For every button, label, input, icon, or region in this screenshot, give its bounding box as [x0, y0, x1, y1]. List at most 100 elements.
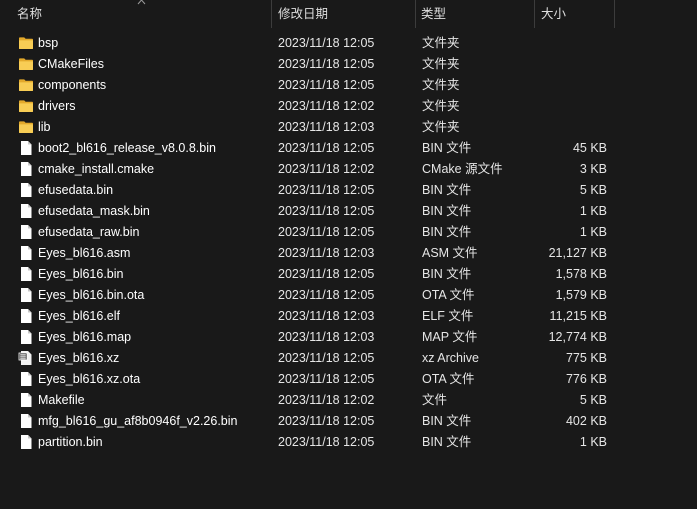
file-row[interactable]: Eyes_bl616.map 2023/11/18 12:03 MAP 文件 12,7…: [0, 327, 697, 348]
file-row[interactable]: bsp 2023/11/18 12:05 文件夹: [0, 33, 697, 54]
file-name: Eyes_bl616.map: [38, 330, 132, 344]
file-size: 5 KB: [579, 183, 607, 197]
column-separator[interactable]: [271, 0, 272, 28]
file-type: 文件夹: [422, 120, 460, 134]
file-row[interactable]: Makefile 2023/11/18 12:02 文件 5 KB: [0, 390, 697, 411]
file-row[interactable]: Eyes_bl616.elf 2023/11/18 12:03 ELF 文件 11,2…: [0, 306, 697, 327]
file-size: [540, 117, 607, 138]
file-row[interactable]: Eyes_bl616.asm 2023/11/18 12:03 ASM 文件 21,1…: [0, 243, 697, 264]
file-size: [540, 96, 607, 117]
file-name: partition.bin: [38, 435, 103, 449]
file-modified-date: 2023/11/18 12:05: [278, 267, 375, 281]
file-row[interactable]: cmake_install.cmake 2023/11/18 12:02 CMake…: [0, 159, 697, 180]
file-modified-date: 2023/11/18 12:03: [278, 246, 375, 260]
file-icon: [18, 390, 34, 411]
file-row[interactable]: partition.bin 2023/11/18 12:05 BIN 文件 1 KB: [0, 432, 697, 453]
file-modified-date: 2023/11/18 12:05: [278, 372, 375, 386]
file-modified-date: 2023/11/18 12:05: [278, 414, 375, 428]
file-name: bsp: [38, 36, 59, 50]
file-name: efusedata_raw.bin: [38, 225, 140, 239]
file-modified-date: 2023/11/18 12:02: [278, 99, 375, 113]
file-type: 文件夹: [422, 99, 460, 113]
file-type: ASM 文件: [422, 246, 478, 260]
folder-icon: [18, 117, 34, 138]
file-name: Eyes_bl616.bin: [38, 267, 124, 281]
file-name: mfg_bl616_gu_af8b0946f_v2.26.bin: [38, 414, 238, 428]
archive-icon: [18, 348, 34, 369]
file-row[interactable]: boot2_bl616_release_v8.0.8.bin 2023/11/18…: [0, 138, 697, 159]
file-modified-date: 2023/11/18 12:05: [278, 435, 375, 449]
file-icon: [18, 201, 34, 222]
file-row[interactable]: Eyes_bl616.bin 2023/11/18 12:05 BIN 文件 1,57…: [0, 264, 697, 285]
file-name: efusedata_mask.bin: [38, 204, 150, 218]
column-separator[interactable]: [614, 0, 615, 28]
file-size: 402 KB: [565, 414, 607, 428]
file-name: Eyes_bl616.xz.ota: [38, 372, 141, 386]
file-type: OTA 文件: [422, 288, 475, 302]
column-separator[interactable]: [534, 0, 535, 28]
file-size: 11,215 KB: [549, 309, 607, 323]
column-header-size[interactable]: 大小: [536, 0, 614, 28]
file-icon: [18, 138, 34, 159]
file-row[interactable]: mfg_bl616_gu_af8b0946f_v2.26.bin 2023/11/…: [0, 411, 697, 432]
file-name: Eyes_bl616.xz: [38, 351, 120, 365]
column-header-type[interactable]: 类型: [416, 0, 534, 28]
file-modified-date: 2023/11/18 12:05: [278, 204, 375, 218]
file-size: 21,127 KB: [548, 246, 607, 260]
column-header-bar: 名称 修改日期 类型 大小: [0, 0, 697, 28]
file-row[interactable]: components 2023/11/18 12:05 文件夹: [0, 75, 697, 96]
file-type: BIN 文件: [422, 225, 472, 239]
file-row[interactable]: efusedata.bin 2023/11/18 12:05 BIN 文件 5 KB: [0, 180, 697, 201]
file-type: 文件夹: [422, 57, 460, 71]
file-row[interactable]: Eyes_bl616.xz 2023/11/18 12:05 xz Archive 7…: [0, 348, 697, 369]
file-type: BIN 文件: [422, 204, 472, 218]
file-icon: [18, 264, 34, 285]
file-type: BIN 文件: [422, 141, 472, 155]
file-name: Eyes_bl616.asm: [38, 246, 131, 260]
file-row[interactable]: CMakeFiles 2023/11/18 12:05 文件夹: [0, 54, 697, 75]
file-type: OTA 文件: [422, 372, 475, 386]
file-modified-date: 2023/11/18 12:05: [278, 78, 375, 92]
file-type: ELF 文件: [422, 309, 474, 323]
file-type: BIN 文件: [422, 414, 472, 428]
file-type: xz Archive: [422, 351, 479, 365]
file-name: components: [38, 78, 107, 92]
file-row[interactable]: Eyes_bl616.xz.ota 2023/11/18 12:05 OTA 文件 7…: [0, 369, 697, 390]
file-modified-date: 2023/11/18 12:05: [278, 141, 375, 155]
file-row[interactable]: Eyes_bl616.bin.ota 2023/11/18 12:05 OTA 文件…: [0, 285, 697, 306]
file-icon: [18, 369, 34, 390]
folder-icon: [18, 75, 34, 96]
sort-ascending-icon: [137, 0, 146, 5]
file-icon: [18, 180, 34, 201]
column-header-date[interactable]: 修改日期: [273, 0, 415, 28]
file-icon: [18, 306, 34, 327]
file-icon: [18, 243, 34, 264]
file-modified-date: 2023/11/18 12:05: [278, 288, 375, 302]
folder-icon: [18, 33, 34, 54]
file-size: 45 KB: [572, 141, 607, 155]
file-row[interactable]: efusedata_raw.bin 2023/11/18 12:05 BIN 文件 1…: [0, 222, 697, 243]
file-icon: [18, 327, 34, 348]
file-name: Makefile: [38, 393, 85, 407]
file-icon: [18, 432, 34, 453]
file-row[interactable]: lib 2023/11/18 12:03 文件夹: [0, 117, 697, 138]
file-name: drivers: [38, 99, 76, 113]
file-size: 1,579 KB: [555, 288, 607, 302]
file-size: [540, 54, 607, 75]
file-name: Eyes_bl616.elf: [38, 309, 121, 323]
file-size: 1,578 KB: [555, 267, 607, 281]
file-size: [540, 75, 607, 96]
file-name: CMakeFiles: [38, 57, 104, 71]
file-modified-date: 2023/11/18 12:03: [278, 309, 375, 323]
file-type: BIN 文件: [422, 435, 472, 449]
file-size: 3 KB: [579, 162, 607, 176]
file-row[interactable]: efusedata_mask.bin 2023/11/18 12:05 BIN 文件…: [0, 201, 697, 222]
file-list: bsp 2023/11/18 12:05 文件夹 CMakeFiles 2023/11…: [0, 33, 697, 453]
file-size: [540, 33, 607, 54]
file-modified-date: 2023/11/18 12:05: [278, 183, 375, 197]
file-type: BIN 文件: [422, 183, 472, 197]
file-name: boot2_bl616_release_v8.0.8.bin: [38, 141, 216, 155]
file-modified-date: 2023/11/18 12:03: [278, 120, 375, 134]
file-name: Eyes_bl616.bin.ota: [38, 288, 145, 302]
file-row[interactable]: drivers 2023/11/18 12:02 文件夹: [0, 96, 697, 117]
